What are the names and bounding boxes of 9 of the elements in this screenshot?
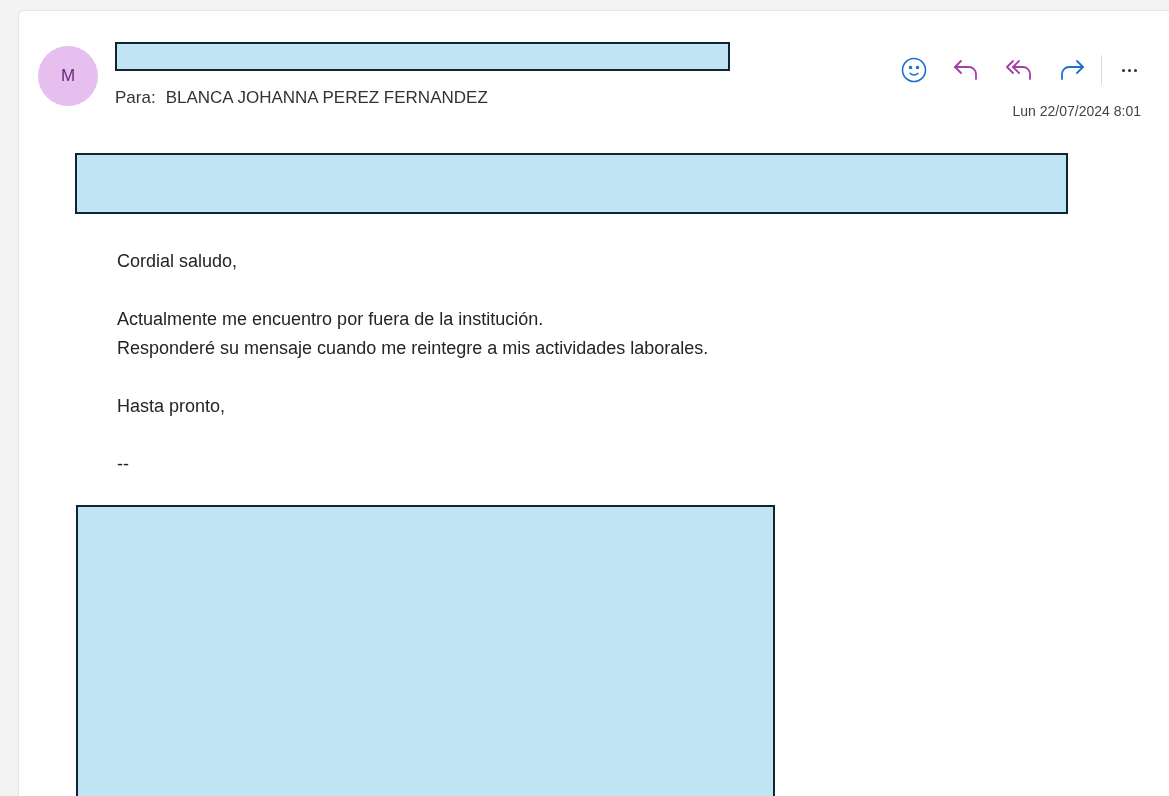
body-text-line: Hasta pronto,	[117, 395, 226, 418]
recipient-name: BLANCA JOHANNA PEREZ FERNANDEZ	[165, 87, 488, 109]
message-date: Lun 22/07/2024 8:01	[1012, 102, 1141, 121]
body-text-line: Cordial saludo,	[117, 250, 238, 273]
body-text-line: Responderé su mensaje cuando me reintegre a mis actividades laborales.	[117, 337, 709, 360]
to-label: Para:	[115, 87, 156, 109]
sender-avatar: M	[38, 46, 98, 106]
body-text-line: Actualmente me encuentro por fuera de la institución.	[117, 308, 544, 331]
body-text-line: --	[117, 453, 129, 476]
